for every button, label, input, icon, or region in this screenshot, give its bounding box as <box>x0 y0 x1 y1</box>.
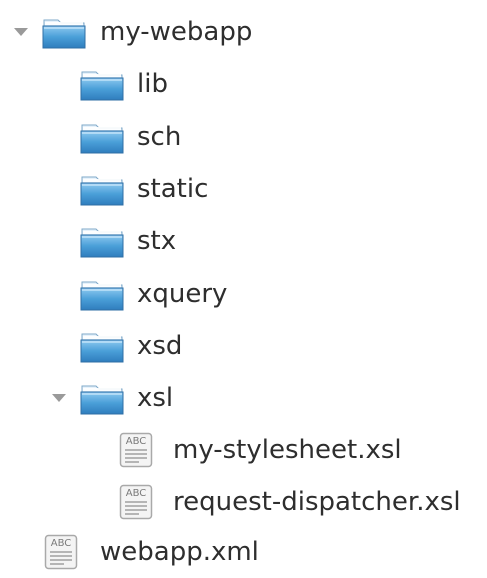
tree-item-label: my-stylesheet.xsl <box>173 435 402 465</box>
folder-icon <box>80 173 124 207</box>
chevron-down-icon[interactable] <box>14 28 28 36</box>
text-file-icon: ABC <box>44 534 78 570</box>
text-file-icon: ABC <box>119 484 153 520</box>
tree-item-label: webapp.xml <box>100 537 259 567</box>
tree-row-xsd[interactable]: xsd <box>0 320 487 372</box>
folder-icon <box>80 278 124 312</box>
chevron-down-icon[interactable] <box>52 394 66 402</box>
folder-icon <box>80 382 124 416</box>
file-icon-text: ABC <box>50 538 72 549</box>
file-icon-text: ABC <box>125 436 147 447</box>
text-file-icon: ABC <box>119 432 153 468</box>
tree-row-my-stylesheet-xsl[interactable]: ABC my-stylesheet.xsl <box>0 424 487 476</box>
folder-icon <box>80 225 124 259</box>
file-tree: my-webapp lib sch static stx xquery xsd … <box>0 0 487 572</box>
tree-row-my-webapp[interactable]: my-webapp <box>0 6 487 58</box>
tree-row-xquery[interactable]: xquery <box>0 268 487 320</box>
folder-icon <box>80 121 124 155</box>
tree-row-stx[interactable]: stx <box>0 215 487 267</box>
tree-item-label: xquery <box>137 279 228 309</box>
folder-icon <box>80 330 124 364</box>
tree-item-label: request-dispatcher.xsl <box>173 487 461 517</box>
tree-row-sch[interactable]: sch <box>0 111 487 163</box>
tree-row-request-dispatcher-xsl[interactable]: ABC request-dispatcher.xsl <box>0 476 487 528</box>
tree-row-lib[interactable]: lib <box>0 58 487 110</box>
tree-row-webapp-xml[interactable]: ABC webapp.xml <box>0 526 487 578</box>
tree-item-label: stx <box>137 226 177 256</box>
tree-item-label: static <box>137 174 209 204</box>
tree-item-label: xsd <box>137 331 183 361</box>
tree-item-label: my-webapp <box>100 17 253 47</box>
file-icon-text: ABC <box>125 488 147 499</box>
tree-item-label: sch <box>137 122 182 152</box>
tree-row-xsl[interactable]: xsl <box>0 372 487 424</box>
tree-item-label: lib <box>137 69 168 99</box>
folder-icon <box>80 68 124 102</box>
tree-item-label: xsl <box>137 383 174 413</box>
tree-row-static[interactable]: static <box>0 163 487 215</box>
folder-icon <box>42 16 86 50</box>
